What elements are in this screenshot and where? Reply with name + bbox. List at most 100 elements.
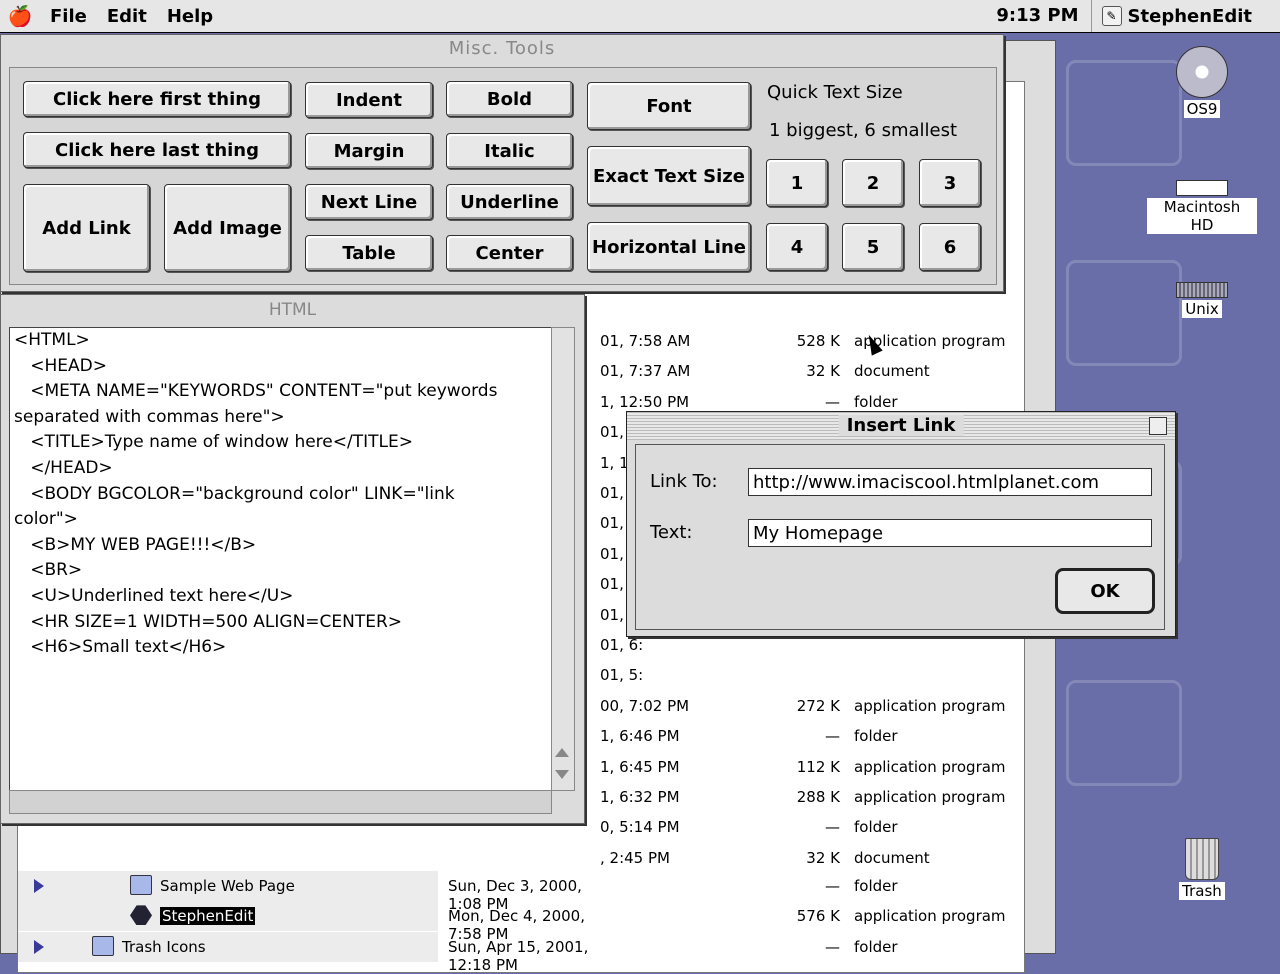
finder-date: 1, 6:46 PM <box>600 727 680 746</box>
finder-date: Sun, Apr 15, 2001, 12:18 PM <box>448 937 589 974</box>
apple-menu-icon[interactable]: 🍎 <box>0 4 40 28</box>
click-first-button[interactable]: Click here first thing <box>23 81 291 117</box>
menu-help[interactable]: Help <box>157 6 223 27</box>
underline-button[interactable]: Underline <box>446 184 573 220</box>
finder-item-name[interactable]: StephenEdit <box>160 907 256 926</box>
disclosure-triangle-icon[interactable] <box>34 939 44 954</box>
add-link-button[interactable]: Add Link <box>23 184 150 272</box>
application-menu[interactable]: ✎ StephenEdit <box>1092 6 1280 27</box>
text-size-6-button[interactable]: 6 <box>919 223 981 271</box>
link-text-field[interactable]: My Homepage <box>748 519 1152 547</box>
finder-size: 528 K <box>796 332 840 350</box>
dialog-body: Link To: http://www.imaciscool.htmlplane… <box>635 444 1165 630</box>
html-window-title[interactable]: HTML <box>1 295 584 325</box>
desktop-icon-label: Trash <box>1179 882 1225 900</box>
finder-row[interactable]: Trash Icons Sun, Apr 15, 2001, 12:18 PM — f… <box>18 931 1022 974</box>
scroll-up-arrow-icon[interactable] <box>555 748 569 757</box>
desktop-icon-trash[interactable]: Trash <box>1147 838 1257 900</box>
quick-text-size-subtitle: 1 biggest, 6 smallest <box>769 120 958 141</box>
italic-button[interactable]: Italic <box>446 133 573 169</box>
finder-kind: document <box>854 362 930 381</box>
next-line-button[interactable]: Next Line <box>305 184 433 220</box>
code-line: <HEAD> <box>14 355 107 376</box>
finder-kind: folder <box>854 937 898 956</box>
finder-row[interactable]: , 2:45 PM 32 K document <box>18 843 1022 873</box>
misc-tools-title[interactable]: Misc. Tools <box>1 35 1003 63</box>
menu-edit[interactable]: Edit <box>97 6 157 27</box>
finder-kind: application program <box>854 757 1006 776</box>
drive-icon <box>1176 282 1228 298</box>
finder-date: 01, 7:37 AM <box>600 362 691 381</box>
finder-date: , 2:45 PM <box>600 848 670 867</box>
html-editor[interactable]: <HTML> <HEAD> <META NAME="KEYWORDS" CONT… <box>9 327 552 791</box>
folder-icon <box>130 875 152 895</box>
exact-text-size-button[interactable]: Exact Text Size <box>587 146 751 206</box>
dialog-title: Insert Link <box>838 415 964 436</box>
desktop-icon-label: Unix <box>1182 300 1222 318</box>
vertical-scrollbar[interactable] <box>551 327 575 791</box>
text-size-3-button[interactable]: 3 <box>919 159 981 207</box>
center-button[interactable]: Center <box>446 235 573 271</box>
text-size-5-button[interactable]: 5 <box>842 223 904 271</box>
font-button[interactable]: Font <box>587 82 751 130</box>
text-size-4-button[interactable]: 4 <box>766 223 828 271</box>
finder-size: — <box>825 818 840 837</box>
html-window: HTML <HTML> <HEAD> <META NAME="KEYWORDS"… <box>0 294 585 824</box>
code-line: <H6>Small text</H6> <box>14 637 227 658</box>
finder-name-cell: Trash Icons <box>18 931 438 962</box>
click-last-button[interactable]: Click here last thing <box>23 132 291 168</box>
desktop-icon-label: OS9 <box>1183 100 1221 118</box>
scroll-down-arrow-icon[interactable] <box>555 770 569 779</box>
code-line: <TITLE>Type name of window here</TITLE> <box>14 432 413 453</box>
finder-date: 1, 12:50 PM <box>600 392 690 411</box>
menu-file[interactable]: File <box>40 6 97 27</box>
finder-row[interactable]: Sample Web Page Sun, Dec 3, 2000, 1:08 PM… <box>18 871 1022 913</box>
menubar: 🍎 File Edit Help 9:13 PM ✎ StephenEdit <box>0 0 1280 33</box>
text-label: Text: <box>650 522 693 543</box>
code-line: </HEAD> <box>14 457 113 478</box>
margin-button[interactable]: Margin <box>305 133 433 169</box>
add-image-button[interactable]: Add Image <box>164 184 291 272</box>
horizontal-line-button[interactable]: Horizontal Line <box>587 222 751 272</box>
finder-kind: document <box>854 848 930 867</box>
link-to-label: Link To: <box>650 471 718 492</box>
finder-kind: folder <box>854 727 898 746</box>
app-icon: ✎ <box>1101 6 1122 26</box>
link-to-field[interactable]: http://www.imaciscool.htmlplanet.com <box>748 468 1152 496</box>
table-button[interactable]: Table <box>305 235 433 271</box>
code-line: <HTML> <box>14 330 90 350</box>
code-line: <BR> <box>14 560 83 581</box>
finder-date: 01, 6: <box>600 636 644 654</box>
finder-kind: folder <box>854 877 898 895</box>
desktop-icon-unix[interactable]: Unix <box>1147 282 1257 318</box>
indent-button[interactable]: Indent <box>305 82 433 118</box>
horizontal-scrollbar[interactable] <box>9 790 552 814</box>
code-line: <U>Underlined text here</U> <box>14 585 294 606</box>
disclosure-triangle-icon[interactable] <box>34 879 44 893</box>
desktop-icon-macintosh-hd[interactable]: Macintosh HD <box>1147 180 1257 234</box>
finder-row[interactable]: StephenEdit Mon, Dec 4, 2000, 7:58 PM 576 … <box>18 901 1022 943</box>
finder-item-name[interactable]: Trash Icons <box>122 938 206 956</box>
collapse-box-icon[interactable] <box>1149 417 1167 435</box>
finder-size: — <box>825 392 840 411</box>
finder-date: 00, 7:02 PM <box>600 696 690 715</box>
desktop-icon-os9[interactable]: OS9 <box>1147 46 1257 118</box>
quick-text-size-title: Quick Text Size <box>767 82 903 103</box>
finder-size: 272 K <box>796 696 840 715</box>
text-size-2-button[interactable]: 2 <box>842 159 904 207</box>
ok-button[interactable]: OK <box>1055 568 1155 614</box>
finder-size: — <box>825 937 840 956</box>
finder-kind: application program <box>854 788 1006 806</box>
bold-button[interactable]: Bold <box>446 81 573 117</box>
text-size-1-button[interactable]: 1 <box>766 159 828 207</box>
finder-item-name[interactable]: Sample Web Page <box>160 877 295 895</box>
finder-kind: folder <box>854 392 898 411</box>
finder-size: 112 K <box>796 757 840 776</box>
menubar-clock[interactable]: 9:13 PM <box>984 0 1092 32</box>
finder-kind: folder <box>854 818 898 837</box>
cd-icon <box>1176 46 1228 98</box>
desktop-pattern-icon <box>1066 680 1182 786</box>
dialog-title-bar[interactable]: Insert Link <box>627 412 1175 440</box>
finder-date: 01, 7:58 AM <box>600 332 691 350</box>
hard-drive-icon <box>1176 180 1228 196</box>
